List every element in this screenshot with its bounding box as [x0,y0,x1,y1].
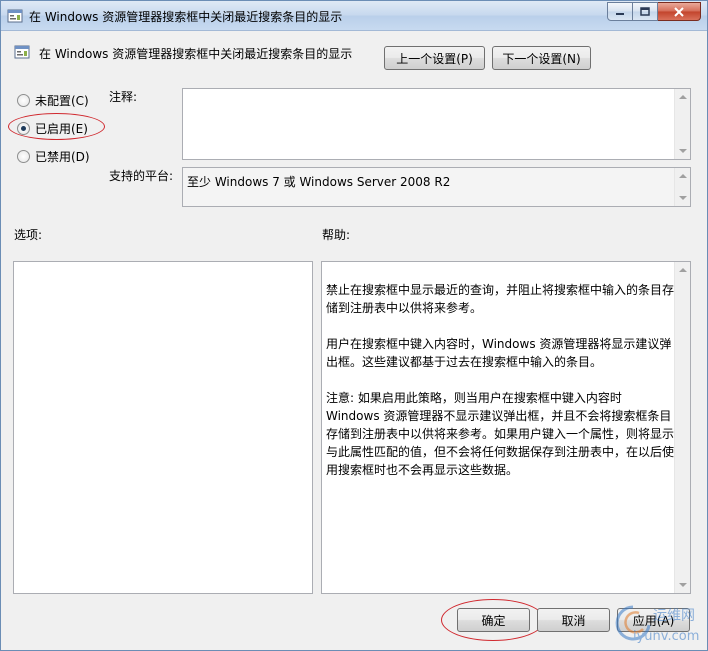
setting-title: 在 Windows 资源管理器搜索框中关闭最近搜索条目的显示 [39,47,353,61]
platform-value: 至少 Windows 7 或 Windows Server 2008 R2 [187,175,451,189]
scroll-up-arrow-icon[interactable] [679,174,687,178]
comment-scrollbar[interactable] [674,89,690,159]
next-setting-button[interactable]: 下一个设置(N) [492,46,591,70]
watermark-logo: 运维网 iyunv.com [613,601,705,649]
watermark-text: 运维网 [653,608,695,624]
scroll-up-arrow-icon[interactable] [679,95,687,99]
maximize-icon [640,7,650,16]
radio-label: 未配置(C) [35,94,89,108]
cancel-button[interactable]: 取消 [537,608,610,632]
watermark-subtext: iyunv.com [633,629,700,644]
minimize-icon [616,12,624,15]
radio-button[interactable] [17,150,30,163]
options-panel [13,261,313,594]
policy-dialog: 在 Windows 资源管理器搜索框中关闭最近搜索条目的显示 在 Windows… [0,0,708,651]
annotation-ellipse-enabled [8,113,105,140]
help-label: 帮助: [322,228,351,242]
close-icon [674,6,684,17]
scroll-down-arrow-icon[interactable] [679,196,687,200]
help-paragraph: 用户在搜索框中键入内容时，Windows 资源管理器将显示建议弹出框。这些建议都… [326,337,672,369]
previous-setting-button[interactable]: 上一个设置(P) [384,46,485,70]
policy-settings-icon [7,9,23,23]
radio-label: 已禁用(D) [35,150,90,164]
minimize-button[interactable] [607,2,633,21]
radio-not-configured[interactable]: 未配置(C) [17,92,89,109]
platform-field: 至少 Windows 7 或 Windows Server 2008 R2 [182,167,691,207]
help-paragraph: 注意: 如果启用此策略，则当用户在搜索框中键入内容时 Windows 资源管理器… [326,391,675,477]
help-panel: 禁止在搜索框中显示最近的查询，并阻止将搜索框中输入的条目存储到注册表中以供将来参… [321,261,691,594]
help-scrollbar[interactable] [674,262,690,593]
options-label: 选项: [14,228,43,242]
title-bar[interactable]: 在 Windows 资源管理器搜索框中关闭最近搜索条目的显示 [1,1,707,31]
scroll-up-arrow-icon[interactable] [679,268,687,272]
scroll-down-arrow-icon[interactable] [679,149,687,153]
scroll-down-arrow-icon[interactable] [679,583,687,587]
radio-button[interactable] [17,94,30,107]
close-button[interactable] [658,2,701,21]
setting-icon [14,45,30,59]
help-text: 禁止在搜索框中显示最近的查询，并阻止将搜索框中输入的条目存储到注册表中以供将来参… [326,281,674,497]
help-paragraph: 禁止在搜索框中显示最近的查询，并阻止将搜索框中输入的条目存储到注册表中以供将来参… [326,283,675,315]
maximize-button[interactable] [633,2,658,21]
platform-label: 支持的平台: [109,169,174,183]
radio-disabled[interactable]: 已禁用(D) [17,148,90,165]
comment-label: 注释: [109,90,138,104]
platform-scrollbar[interactable] [674,168,690,206]
caption-buttons [607,2,701,21]
annotation-ellipse-ok [441,599,545,641]
comment-textarea[interactable] [182,88,691,160]
window-title: 在 Windows 资源管理器搜索框中关闭最近搜索条目的显示 [29,10,343,24]
